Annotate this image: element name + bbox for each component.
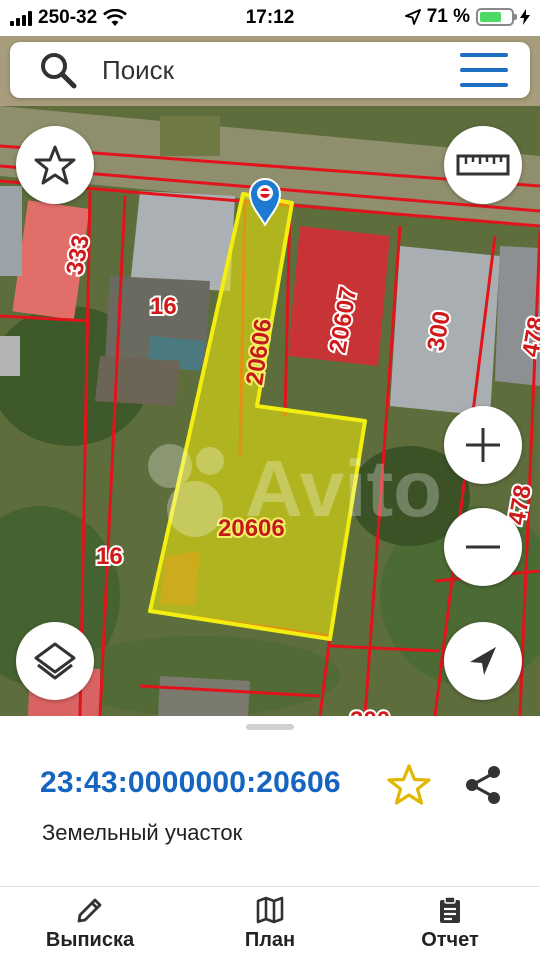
parcel-label-300: 300 xyxy=(422,309,456,353)
tab-label: Выписка xyxy=(45,929,135,951)
status-bar: 250-32 17:12 71 % xyxy=(0,0,540,36)
object-info-sheet: 23:43:0000000:20606 Земельный участок xyxy=(0,716,540,886)
pencil-icon xyxy=(77,898,102,923)
parcel-label-20607: 20607 xyxy=(324,285,362,355)
menu-line xyxy=(460,68,508,72)
charging-icon xyxy=(520,9,530,25)
location-arrow-icon xyxy=(404,9,421,25)
parcel-label-20606-strip: 20606 xyxy=(241,317,277,387)
search-bar[interactable]: Поиск xyxy=(10,42,530,98)
tab-extract[interactable]: Выписка xyxy=(0,887,180,960)
tab-label: Отчет xyxy=(421,929,479,951)
minus-icon xyxy=(466,545,500,549)
clipboard-icon xyxy=(440,896,460,923)
favorite-star-icon[interactable] xyxy=(386,762,432,808)
parcel-label-333: 333 xyxy=(61,233,95,277)
parcel-label-300-bottom: 300 xyxy=(350,707,390,716)
cadastral-number: 23:43:0000000:20606 xyxy=(40,766,341,799)
battery-percent: 71 % xyxy=(426,6,470,27)
battery-icon xyxy=(476,8,517,26)
object-type: Земельный участок xyxy=(42,820,243,845)
tab-report[interactable]: Отчет xyxy=(360,887,540,960)
favorite-map-button[interactable] xyxy=(16,126,94,204)
parcel-label-16-top: 16 xyxy=(150,293,177,320)
watermark-logo: Avito xyxy=(148,444,442,537)
menu-line xyxy=(460,53,508,57)
svg-text:Avito: Avito xyxy=(245,444,442,533)
ruler-button[interactable] xyxy=(444,126,522,204)
parcel-label-16-bottom: 16 xyxy=(96,543,123,570)
parcel-label-478-top: 478 xyxy=(517,315,540,359)
location-pin-icon xyxy=(248,178,282,226)
zoom-in-button[interactable] xyxy=(444,406,522,484)
share-icon[interactable] xyxy=(462,764,504,806)
bottom-tab-bar: Выписка План Отчет xyxy=(0,886,540,960)
navigation-arrow-icon xyxy=(470,647,496,675)
menu-line xyxy=(460,83,508,87)
menu-button[interactable] xyxy=(460,53,508,87)
layers-button[interactable] xyxy=(16,622,94,700)
tab-label: План xyxy=(244,929,296,951)
locate-button[interactable] xyxy=(444,622,522,700)
status-right: 71 % xyxy=(404,6,530,28)
search-input[interactable]: Поиск xyxy=(102,55,460,86)
tab-plan[interactable]: План xyxy=(180,887,360,960)
plus-icon xyxy=(466,428,500,462)
map-icon xyxy=(256,896,284,924)
ruler-icon xyxy=(456,154,510,176)
star-icon xyxy=(34,145,76,185)
search-icon xyxy=(41,53,77,89)
zoom-out-button[interactable] xyxy=(444,508,522,586)
layers-icon xyxy=(34,642,76,680)
sheet-handle[interactable] xyxy=(246,724,294,730)
